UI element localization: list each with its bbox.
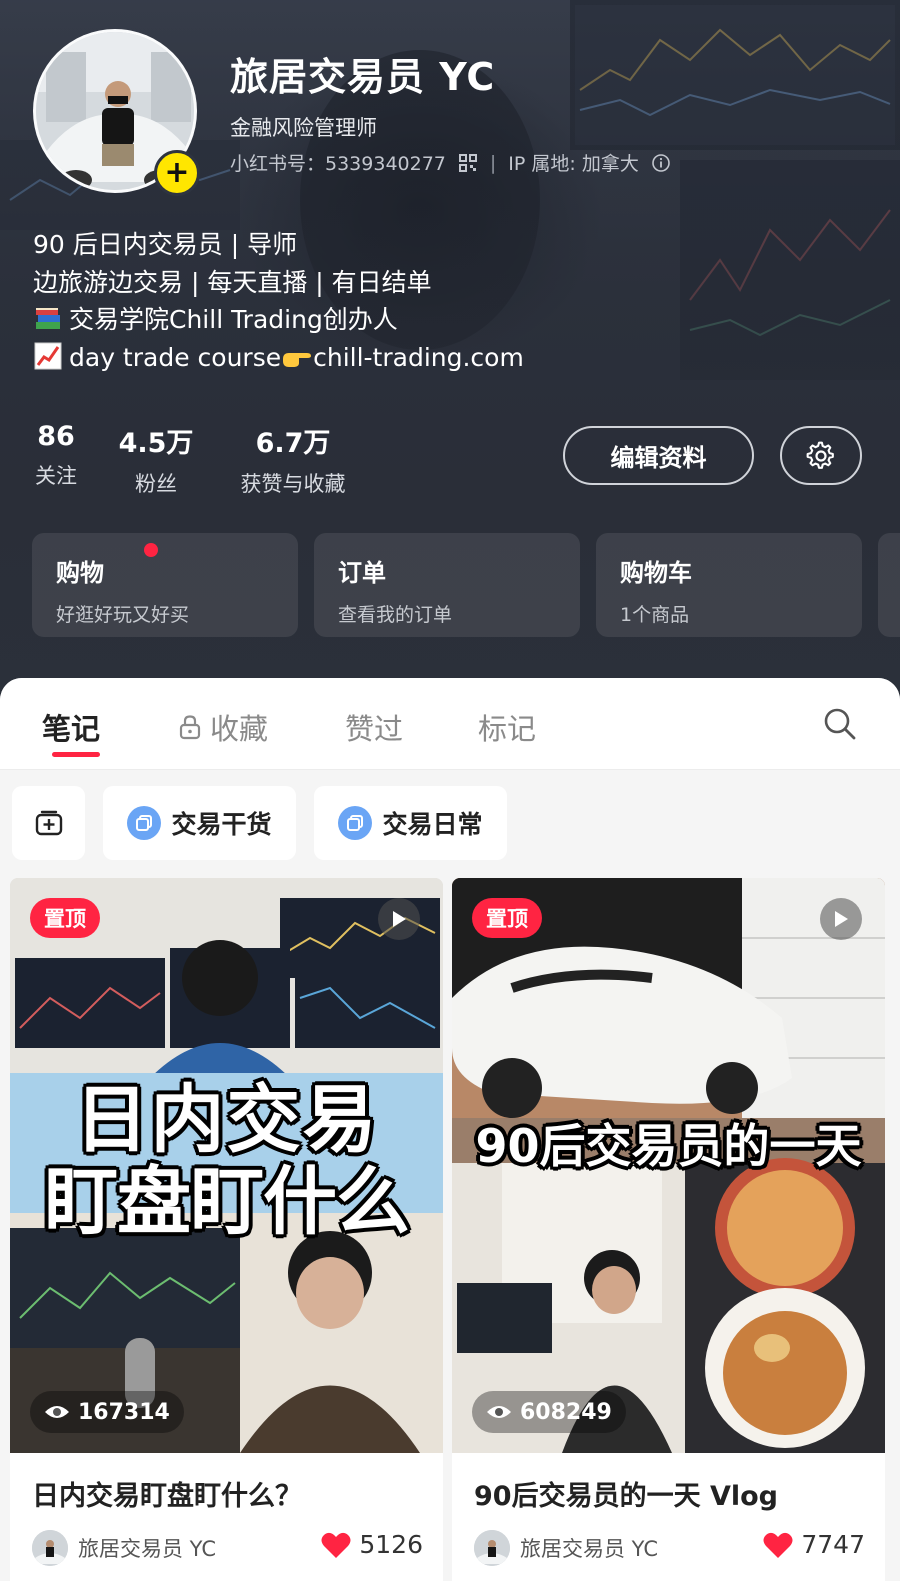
stat-followers-label: 粉丝 (135, 472, 177, 496)
stat-likes-collects[interactable]: 6.7万 获赞与收藏 (232, 421, 354, 498)
view-count-value: 608249 (520, 1399, 612, 1425)
heart-icon (321, 1532, 351, 1558)
settings-button[interactable] (780, 426, 862, 485)
books-emoji-icon (33, 303, 63, 333)
profile-bio: 90 后日内交易员 | 导师 边旅游边交易 | 每天直播 | 有日结单 交易学院… (33, 226, 524, 376)
cover-overlay-title: 90后交易员的一天 (475, 1119, 862, 1173)
add-avatar-button[interactable]: + (154, 150, 200, 196)
filter-chip-trading-daily[interactable]: 交易日常 (314, 786, 507, 860)
profile-id: 小红书号：5339340277 (230, 153, 446, 175)
pinned-badge: 置顶 (30, 898, 100, 938)
filter-chip-trading-tips[interactable]: 交易干货 (103, 786, 296, 860)
lock-icon (179, 715, 201, 740)
pinned-badge: 置顶 (472, 898, 542, 938)
like-button[interactable]: 7747 (763, 1530, 865, 1559)
search-button[interactable] (822, 706, 858, 742)
card-subtitle: 1个商品 (620, 604, 690, 626)
cover-overlay-title: 盯盘盯什么 (44, 1159, 410, 1245)
tab-collections[interactable]: 收藏 (178, 706, 268, 748)
card-orders[interactable]: 订单 查看我的订单 (314, 533, 580, 637)
card-subtitle: 查看我的订单 (338, 604, 453, 626)
stat-likes-label: 获赞与收藏 (240, 472, 346, 496)
tab-marked[interactable]: 标记 (478, 706, 536, 748)
bio-line: day trade course chill-trading.com (33, 339, 524, 377)
video-play-icon (378, 898, 420, 940)
card-title: 购物车 (620, 559, 692, 587)
video-play-icon (820, 898, 862, 940)
card-subtitle: 好逛好玩又好买 (56, 604, 190, 626)
ip-location: IP 属地: 加拿大 (508, 153, 639, 175)
info-icon[interactable] (651, 153, 671, 173)
note-cover[interactable]: 日内交易 盯盘盯什么 置顶 167314 (10, 878, 443, 1453)
view-count-value: 167314 (78, 1399, 170, 1425)
pointing-hand-emoji-icon (281, 342, 313, 367)
note-author[interactable]: 旅居交易员 YC (474, 1530, 658, 1566)
profile-nickname: 旅居交易员 YC (230, 55, 496, 99)
shopping-cards: 购物 好逛好玩又好买 订单 查看我的订单 购物车 1个商品 (0, 533, 900, 637)
stat-followers[interactable]: 4.5万 粉丝 (114, 421, 198, 498)
eye-icon (45, 1406, 69, 1418)
bio-line: 边旅游边交易 | 每天直播 | 有日结单 (33, 267, 432, 297)
profile-title-tag: 金融风险管理师 (230, 116, 377, 140)
view-count: 167314 (30, 1391, 184, 1433)
add-folder-icon (35, 810, 62, 836)
tab-notes[interactable]: 笔记 (42, 706, 100, 748)
bio-line-text: 交易学院Chill Trading创办人 (69, 305, 398, 334)
notification-dot (144, 543, 158, 557)
add-collection-button[interactable] (12, 786, 85, 860)
author-name: 旅居交易员 YC (78, 1537, 217, 1561)
tab-collections-label: 收藏 (210, 712, 269, 746)
edit-profile-button[interactable]: 编辑资料 (563, 426, 754, 485)
view-count: 608249 (472, 1391, 626, 1433)
profile-id-line: 小红书号：5339340277 | IP 属地: 加拿大 (230, 149, 671, 176)
note-title[interactable]: 90后交易员的一天 Vlog (474, 1474, 778, 1513)
note-cover[interactable]: 90后交易员的一天 置顶 608249 (452, 878, 885, 1453)
note-card[interactable]: 90后交易员的一天 置顶 608249 90后交易员的一天 Vlog 旅居交易员… (452, 878, 885, 1581)
like-count: 7747 (801, 1530, 865, 1559)
note-author[interactable]: 旅居交易员 YC (32, 1530, 216, 1566)
like-count: 5126 (359, 1530, 423, 1559)
profile-tabs: 笔记 收藏 赞过 标记 (0, 678, 900, 770)
collection-icon (127, 806, 162, 840)
note-title[interactable]: 日内交易盯盘盯什么？ (32, 1474, 302, 1513)
card-title: 购物 (56, 559, 104, 587)
qr-code-icon[interactable] (458, 153, 478, 173)
like-button[interactable]: 5126 (321, 1530, 423, 1559)
stat-following-label: 关注 (35, 464, 77, 488)
search-icon (824, 708, 856, 740)
notes-panel: 笔记 收藏 赞过 标记 交易干货 交易日常 日内交易 盯盘盯什么 置顶 1673… (0, 678, 900, 1581)
stat-following[interactable]: 86 关注 (32, 421, 80, 490)
active-tab-indicator (52, 752, 100, 757)
author-avatar (32, 1530, 68, 1566)
card-cart[interactable]: 购物车 1个商品 (596, 533, 862, 637)
chart-increasing-emoji-icon (33, 341, 63, 371)
stat-likes-count: 6.7万 (255, 428, 331, 459)
author-name: 旅居交易员 YC (520, 1537, 659, 1561)
bio-link-url[interactable]: chill-trading.com (313, 343, 524, 372)
bio-line: 90 后日内交易员 | 导师 (33, 230, 298, 259)
note-card[interactable]: 日内交易 盯盘盯什么 置顶 167314 日内交易盯盘盯什么？ 旅居交易员 YC… (10, 878, 443, 1581)
eye-icon (487, 1406, 511, 1418)
stat-following-count: 86 (37, 421, 75, 452)
divider: | (489, 151, 497, 174)
collection-icon (338, 806, 373, 840)
card-more-partial[interactable] (878, 533, 900, 637)
collection-filters: 交易干货 交易日常 (0, 786, 900, 862)
bio-link-label: day trade course (69, 342, 282, 372)
tab-liked[interactable]: 赞过 (345, 706, 403, 748)
filter-chip-label: 交易日常 (382, 810, 483, 839)
card-title: 订单 (338, 559, 386, 587)
card-shopping[interactable]: 购物 好逛好玩又好买 (32, 533, 298, 637)
profile-header: + 旅居交易员 YC 金融风险管理师 小红书号：5339340277 | IP … (0, 0, 900, 720)
stat-followers-count: 4.5万 (118, 428, 194, 459)
author-avatar (474, 1530, 510, 1566)
bio-line: 交易学院Chill Trading创办人 (33, 301, 524, 339)
heart-icon (763, 1532, 793, 1558)
avatar-container[interactable]: + (33, 29, 200, 196)
filter-chip-label: 交易干货 (171, 810, 272, 839)
gear-icon (806, 441, 834, 469)
